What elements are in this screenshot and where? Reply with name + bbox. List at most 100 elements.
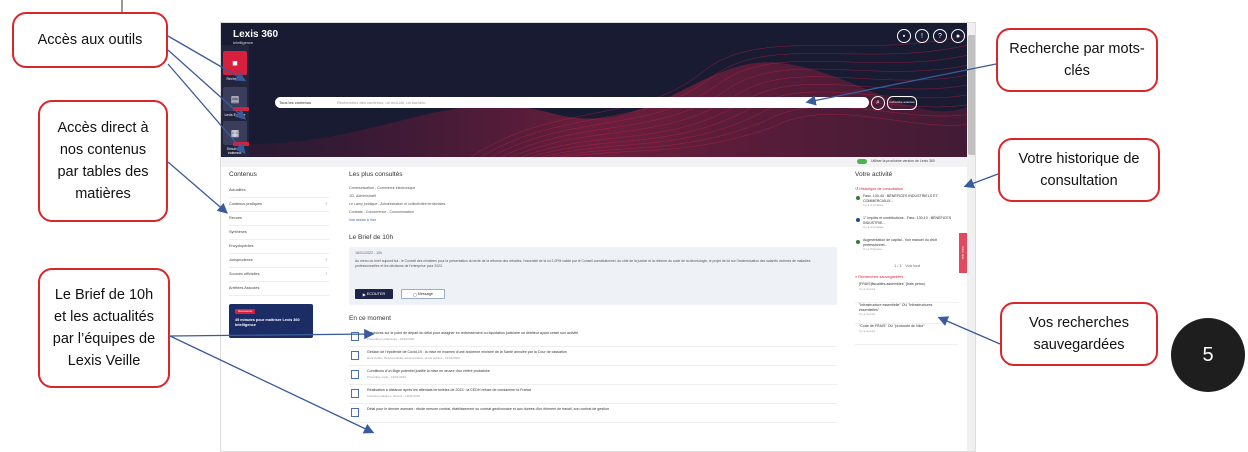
nav-item-sources-officielles[interactable]: Sources officielles › <box>229 268 329 282</box>
history-item[interactable]: Augmentation de capital - Voir manuel du… <box>855 238 959 260</box>
promo-tag: Nouveauté <box>235 309 255 314</box>
history-item-title: Fasc. 130-40 : BÉNÉFICES INDUSTRIELS ET … <box>863 194 938 203</box>
nav-item-actualites[interactable]: Actualités <box>229 184 329 198</box>
saved-search-meta: Il y a 4 jours <box>859 286 876 291</box>
news-item-title: Réalisation à distance après les attenta… <box>367 388 532 392</box>
callout-text: Recherche par mots-clés <box>1009 41 1145 79</box>
chevron-right-icon: › <box>325 201 327 207</box>
history-item-title: 1° Impôts et contributions - Fasc. 130-1… <box>863 216 952 225</box>
callout-historique: Votre historique de consultation <box>998 138 1160 202</box>
advanced-search-button[interactable]: recherche avancée <box>887 96 917 110</box>
news-item[interactable]: Précisions sur le point de départ du dél… <box>349 328 837 347</box>
brand-logo[interactable]: Lexis 360 Intelligence <box>233 29 278 45</box>
search-tool-icon: ■ <box>232 58 238 68</box>
most-consulted-item[interactable]: JCl. Administratif <box>349 192 837 200</box>
nav-item-label: Synthèses <box>229 230 247 234</box>
history-see-all-link[interactable]: Voir tout <box>905 263 920 268</box>
explore-icon: ▤ <box>230 93 240 104</box>
most-consulted-item[interactable]: Le Lamy juridique - Administration et co… <box>349 200 837 208</box>
callout-text: Vos recherches sauvegardées <box>1029 315 1129 353</box>
promo-text: 45 minutes pour maîtriser Lexis 360 Inte… <box>235 318 300 327</box>
article-icon <box>351 408 359 417</box>
advanced-search-label: recherche avancée <box>889 100 915 105</box>
saved-search-meta: Il y a 4 jours <box>859 312 876 316</box>
most-consulted-title: Les plus consultés <box>349 171 403 178</box>
search-input[interactable]: Recherchez des contenus, un mot-clé, un … <box>337 98 426 107</box>
callout-acces-outils: Accès aux outils <box>12 12 168 68</box>
article-icon <box>351 389 359 398</box>
chevron-right-icon: › <box>325 271 327 277</box>
step-number: 5 <box>1202 343 1214 366</box>
promo-card[interactable]: Nouveauté 45 minutes pour maîtriser Lexi… <box>229 304 313 338</box>
nav-item-label: Jurisprudence <box>229 258 253 262</box>
user-icon[interactable]: ● <box>951 29 965 43</box>
help-icon[interactable]: ? <box>933 29 947 43</box>
scrollbar[interactable] <box>967 23 975 451</box>
history-item[interactable]: Fasc. 130-40 : BÉNÉFICES INDUSTRIELS ET … <box>855 194 959 216</box>
version-toggle-label: Utiliser la prochaine version de Lexis 3… <box>871 159 935 163</box>
saved-search-item[interactable]: [FRAIS]fiscalités assemblés" (frais pers… <box>855 282 959 303</box>
pager-label: 1 / 1 <box>894 263 902 268</box>
most-consulted-item[interactable]: Communication - Commerce électronique <box>349 184 837 192</box>
nav-item-label: Actualités <box>229 188 246 192</box>
feedback-tab[interactable]: Votre avis <box>959 233 967 273</box>
rail-new-tag <box>233 107 249 111</box>
listen-label: ECOUTER <box>366 292 386 296</box>
search-scope-select[interactable]: Tous les contenus <box>279 98 311 107</box>
scrollbar-thumb[interactable] <box>968 35 975 155</box>
callout-text: Accès aux outils <box>37 32 143 48</box>
see-all-link[interactable]: Voir moins à Voir <box>349 216 837 224</box>
nav-item-revues[interactable]: Revues <box>229 212 329 226</box>
search-bar[interactable]: Tous les contenus Recherchez des contenu… <box>275 97 869 108</box>
nav-item-encyclopedies[interactable]: Encyclopédies <box>229 240 329 254</box>
rail-simulateur-label: Simulateur indemnit. <box>226 147 244 155</box>
search-icon[interactable]: ⌕ <box>871 96 885 110</box>
callout-acces-contenus: Accès direct à nos contenus par tables d… <box>38 100 168 222</box>
tools-rail: ■ Recherche ▤ Lexis Explore ▦ Simulateur… <box>221 45 249 157</box>
history-item-title: Augmentation de capital - Voir manuel du… <box>863 238 937 247</box>
news-item-meta: Droit Public, Responsabilité administrat… <box>367 356 460 360</box>
calculator-icon: ▦ <box>230 127 240 138</box>
rail-lexis-explore-label: Lexis Explore <box>224 113 246 117</box>
news-item-meta: Libertés publiques, Justice - 19/01/2022 <box>367 394 421 398</box>
callout-text: Accès direct à nos contenus par tables d… <box>57 120 149 202</box>
hero-banner: Lexis 360 Intelligence ▪ ! ? ● ■ Recherc… <box>221 23 975 157</box>
history-header: ↺ Historique de consultation <box>855 184 959 194</box>
news-item[interactable]: Conditions d'un litige potentiel justifi… <box>349 366 837 385</box>
news-item-title: Gestion de l'épidémie de Covid-19 : la m… <box>367 350 567 354</box>
rail-new-tag <box>233 142 249 146</box>
hero-wave-graphic <box>221 33 975 157</box>
document-status-icon <box>856 218 860 222</box>
nav-item-label: Arrêtées Associés <box>229 286 260 290</box>
nav-item-contenus-pratiques[interactable]: Contenus pratiques › <box>229 198 329 212</box>
callout-brief: Le Brief de 10h et les actualités par l’… <box>38 268 170 388</box>
news-item-meta: Procédure civile - 19/01/2022 <box>367 375 407 379</box>
article-icon <box>351 370 359 379</box>
app-screenshot: Lexis 360 Intelligence ▪ ! ? ● ■ Recherc… <box>220 22 976 452</box>
history-pager[interactable]: 1 / 1 Voir tout <box>855 260 959 272</box>
history-item[interactable]: 1° Impôts et contributions - Fasc. 130-1… <box>855 216 959 238</box>
news-item[interactable]: Délai pour le dernier avenant : étude me… <box>349 404 837 423</box>
nav-item-arretees[interactable]: Arrêtées Associés <box>229 282 329 296</box>
nav-item-syntheses[interactable]: Synthèses <box>229 226 329 240</box>
news-item[interactable]: Réalisation à distance après les attenta… <box>349 385 837 404</box>
listen-button[interactable]: ▶ ECOUTER <box>355 289 393 299</box>
main-column: Les plus consultés Communication - Comme… <box>349 171 837 423</box>
history-header-label: Historique de consultation <box>859 187 903 191</box>
nav-item-jurisprudence[interactable]: Jurisprudence › <box>229 254 329 268</box>
article-icon <box>351 351 359 360</box>
saved-search-item[interactable]: "Infrastructure essentielle" OU "Infrast… <box>855 303 959 324</box>
news-item[interactable]: Gestion de l'épidémie de Covid-19 : la m… <box>349 347 837 366</box>
rail-recherche-button[interactable]: ■ <box>223 51 247 75</box>
most-consulted-item[interactable]: Contrats - Concurrence - Consommation <box>349 208 837 216</box>
notification-icon[interactable]: ! <box>915 29 929 43</box>
nav-item-label: Sources officielles <box>229 272 260 276</box>
callout-sauvegardees: Vos recherches sauvegardées <box>1000 302 1158 366</box>
version-toggle[interactable] <box>857 159 867 164</box>
saved-search-item[interactable]: "Code de FRAIS" OU "protocole de Nice" I… <box>855 324 959 345</box>
brief-title: Le Brief de 10h <box>349 234 394 241</box>
folder-icon[interactable]: ▪ <box>897 29 911 43</box>
callout-text: Votre historique de consultation <box>1018 151 1140 189</box>
message-button[interactable]: ▢ Message <box>401 289 445 299</box>
document-status-icon <box>856 240 860 244</box>
